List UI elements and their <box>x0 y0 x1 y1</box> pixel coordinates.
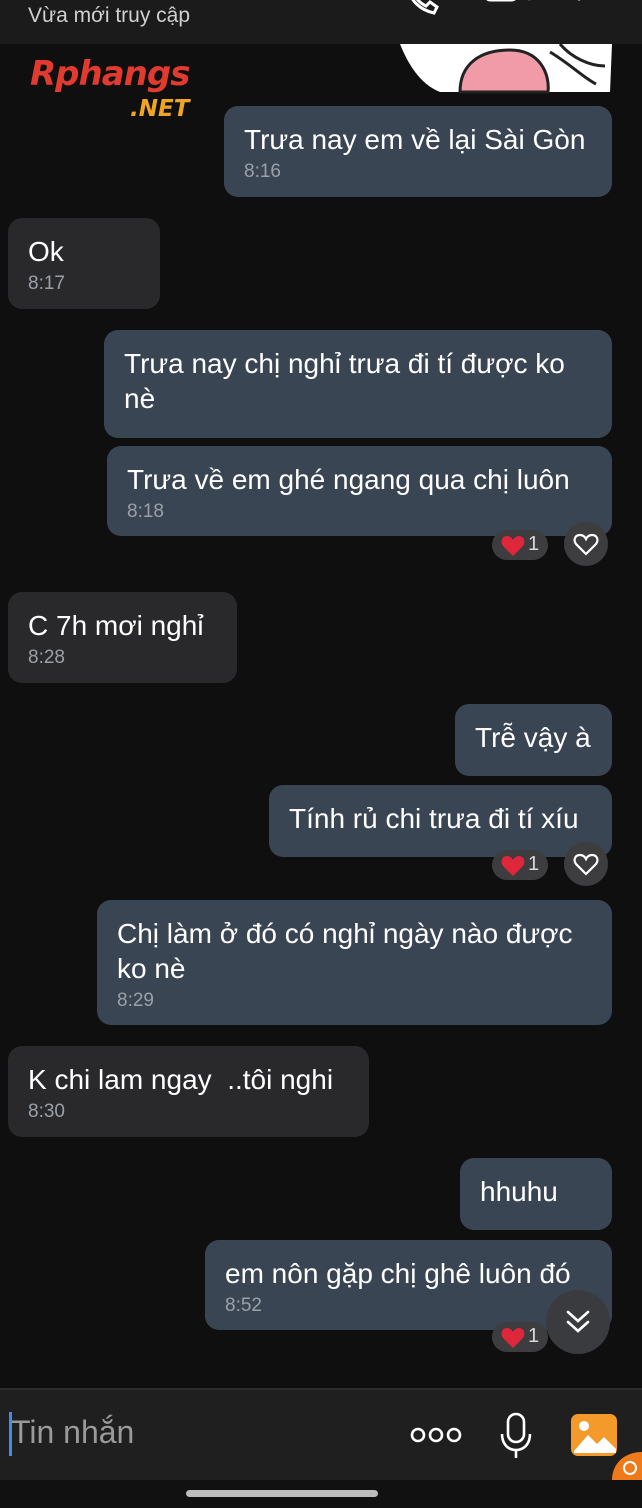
more-dots-icon[interactable] <box>410 1426 462 1444</box>
message-text: Chị làm ở đó có nghỉ ngày nào được ko nè <box>117 918 573 984</box>
message-text: Trễ vậy à <box>475 722 591 753</box>
message-bubble-outgoing[interactable]: Trưa về em ghé ngang qua chị luôn 8:18 <box>107 446 612 536</box>
react-button[interactable] <box>564 522 608 566</box>
message-bubble-outgoing[interactable]: Chị làm ở đó có nghỉ ngày nào được ko nè… <box>97 900 612 1025</box>
watermark-logo: Rphangs .NET <box>30 54 190 122</box>
reaction-badge[interactable]: 1 <box>492 530 548 560</box>
chevron-down-double-icon <box>566 1310 590 1333</box>
message-bubble-outgoing[interactable]: Tính rủ chi trưa đi tí xíu <box>269 785 612 857</box>
image-icon[interactable] <box>570 1413 618 1457</box>
reaction-count: 1 <box>528 1325 540 1347</box>
heart-icon <box>501 856 525 876</box>
home-indicator[interactable] <box>186 1490 378 1497</box>
message-text: Trưa nay chị nghỉ trưa đi tí được ko nè <box>124 348 565 414</box>
reaction-count: 1 <box>528 533 540 555</box>
message-time: 8:16 <box>244 161 281 182</box>
message-text: C 7h mơi nghỉ <box>28 610 204 641</box>
last-seen-status: Vừa mới truy cập <box>28 4 191 27</box>
reaction-badge[interactable]: 1 <box>492 1322 548 1352</box>
message-bubble-outgoing[interactable]: Trưa nay chị nghỉ trưa đi tí được ko nè <box>104 330 612 438</box>
message-bubble-outgoing[interactable]: hhuhu <box>460 1158 612 1230</box>
heart-outline-icon <box>573 533 599 556</box>
message-time: 8:17 <box>28 273 65 294</box>
watermark-text: Rphangs <box>30 54 190 94</box>
heart-icon <box>501 536 525 556</box>
message-text: hhuhu <box>480 1176 558 1207</box>
scroll-to-bottom-button[interactable] <box>546 1290 610 1354</box>
watermark-suffix: .NET <box>130 96 190 122</box>
menu-icon[interactable] <box>574 0 618 16</box>
react-button[interactable] <box>564 842 608 886</box>
message-time: 8:29 <box>117 990 154 1011</box>
reaction-count: 1 <box>528 853 540 875</box>
message-bubble-incoming[interactable]: C 7h mơi nghỉ 8:28 <box>8 592 237 683</box>
message-bubble-incoming[interactable]: Ok 8:17 <box>8 218 160 309</box>
message-text: Trưa nay em về lại Sài Gòn <box>244 124 586 155</box>
phone-icon[interactable] <box>404 0 440 16</box>
video-icon[interactable] <box>484 0 532 16</box>
message-text: em nôn gặp chị ghê luôn đó <box>225 1258 571 1289</box>
microphone-icon[interactable] <box>499 1412 533 1460</box>
message-input[interactable]: Tin nhắn <box>11 1414 134 1451</box>
message-text: K chi lam ngay ..tôi nghi <box>28 1064 334 1095</box>
message-text: Tính rủ chi trưa đi tí xíu <box>289 803 579 834</box>
message-time: 8:28 <box>28 647 65 668</box>
message-time: 8:18 <box>127 501 164 522</box>
message-bubble-outgoing[interactable]: Trưa nay em về lại Sài Gòn 8:16 <box>224 106 612 197</box>
message-text: Trưa về em ghé ngang qua chị luôn <box>127 464 570 495</box>
sticker-image[interactable] <box>400 44 612 94</box>
message-time: 8:52 <box>225 1295 262 1316</box>
link-badge-icon <box>612 1452 642 1480</box>
message-time: 8:30 <box>28 1101 65 1122</box>
reaction-badge[interactable]: 1 <box>492 850 548 880</box>
heart-icon <box>501 1328 525 1348</box>
heart-outline-icon <box>573 853 599 876</box>
message-bubble-incoming[interactable]: K chi lam ngay ..tôi nghi 8:30 <box>8 1046 369 1137</box>
message-text: Ok <box>28 236 64 267</box>
message-bubble-outgoing[interactable]: Trễ vậy à <box>455 704 612 776</box>
